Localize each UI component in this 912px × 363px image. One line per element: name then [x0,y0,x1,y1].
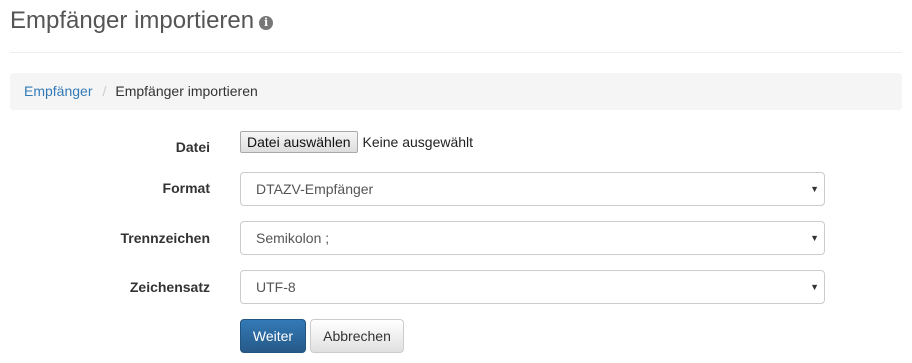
header-divider [10,52,902,53]
file-status: Keine ausgewählt [362,134,474,150]
page-title-text: Empfänger importieren [10,7,255,34]
page-title: Empfänger importieren i [10,4,274,38]
breadcrumb-current: Empfänger importieren [115,83,258,99]
breadcrumb-link-recipients[interactable]: Empfänger [24,73,92,110]
choose-file-button[interactable]: Datei auswählen [240,131,358,153]
cancel-button[interactable]: Abbrechen [310,319,404,353]
delimiter-select[interactable]: Semikolon ; ▼ [240,221,825,255]
delimiter-label: Trennzeichen [120,230,210,246]
charset-label: Zeichensatz [129,279,210,295]
chevron-down-icon: ▼ [810,184,819,194]
info-icon[interactable]: i [259,15,274,30]
delimiter-select-value: Semikolon ; [256,230,330,246]
breadcrumb: Empfänger / Empfänger importieren [10,73,902,110]
breadcrumb-separator: / [102,83,107,99]
format-label: Format [162,180,210,196]
next-button[interactable]: Weiter [240,319,306,353]
chevron-down-icon: ▼ [810,282,819,292]
chevron-down-icon: ▼ [810,233,819,243]
format-select[interactable]: DTAZV-Empfänger ▼ [240,172,825,206]
charset-select[interactable]: UTF-8 ▼ [240,270,825,304]
charset-select-value: UTF-8 [256,279,296,295]
file-input[interactable]: Datei auswählen Keine ausgewählt [240,131,473,153]
file-label: Datei [175,139,210,155]
format-select-value: DTAZV-Empfänger [256,181,374,197]
